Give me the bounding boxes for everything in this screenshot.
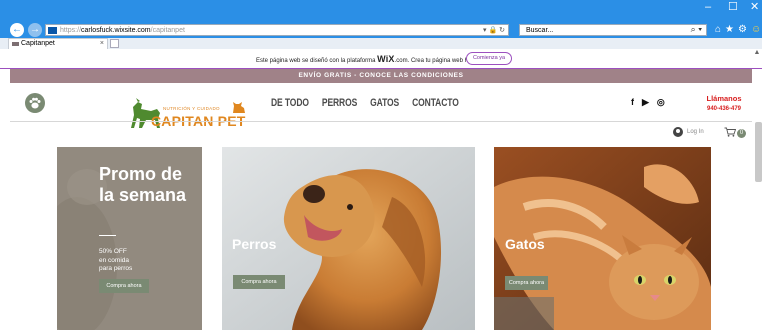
new-tab-button[interactable] <box>110 39 119 48</box>
logo-subtitle: NUTRICIÓN Y CUIDADO <box>163 106 220 111</box>
cats-buy-button[interactable]: Compra ahora <box>505 276 548 290</box>
page-scrollbar[interactable] <box>755 122 762 182</box>
browser-titlebar: – ☐ ✕ <box>0 0 762 22</box>
main-menu: DE TODO PERROS GATOS CONTACTO <box>271 96 459 109</box>
wix-logo: WiX <box>377 54 395 64</box>
forward-icon: → <box>30 24 40 35</box>
favorites-star-icon[interactable]: ★ <box>725 24 734 36</box>
cart-icon <box>724 127 737 140</box>
cart-count-badge: 0 <box>737 129 746 138</box>
scroll-up-arrow-icon[interactable]: ▲ <box>752 49 762 61</box>
dogs-buy-button[interactable]: Compra ahora <box>233 275 285 289</box>
tab-close-icon[interactable]: × <box>100 39 104 49</box>
social-links: f ▶ ◎ <box>631 97 665 107</box>
minimize-button[interactable]: – <box>705 2 711 13</box>
tab-title: Capitanpet <box>21 40 55 47</box>
capitan-pet-logo[interactable]: NUTRICIÓN Y CUIDADO CAPITAN PET <box>125 97 255 130</box>
tab-capitanpet[interactable]: Capitanpet × <box>8 38 108 49</box>
site-favicon <box>48 27 57 34</box>
header-divider <box>10 121 752 122</box>
call-label: Llámanos <box>706 94 742 103</box>
login-link[interactable]: Log In <box>673 127 704 137</box>
maximize-button[interactable]: ☐ <box>728 2 738 13</box>
promo-detail-2: para perros <box>99 265 133 272</box>
address-actions-icon[interactable]: ▾ 🔒 ↻ <box>483 25 505 36</box>
tab-favicon <box>12 42 19 46</box>
wix-banner-text: Este página web se diseñó con la platafo… <box>256 54 476 64</box>
free-shipping-text: ENVÍO GRATIS - CONOCE LAS CONDICIONES <box>298 72 464 79</box>
user-avatar-icon <box>673 127 683 137</box>
menu-item-perros[interactable]: PERROS <box>322 96 357 109</box>
paw-icon[interactable] <box>25 93 45 113</box>
forward-button[interactable]: → <box>28 23 42 37</box>
wix-start-button[interactable]: Comienza ya <box>466 52 512 65</box>
back-icon: ← <box>12 24 22 35</box>
promo-details: 50% OFF en comida para perros <box>99 248 189 274</box>
call-phone: 940-436-479 <box>706 106 742 112</box>
address-url: https://carlosfuck.wixsite.com/capitanpe… <box>60 27 185 34</box>
promo-detail-1: en comida <box>99 256 129 264</box>
gear-icon[interactable]: ⚙ <box>738 24 747 36</box>
cart-button[interactable]: 0 <box>724 127 746 140</box>
search-placeholder: Buscar... <box>526 27 554 34</box>
browser-search-field[interactable]: Buscar... ⌕ ▾ <box>519 24 707 36</box>
promo-card[interactable]: Promo de la semana 50% OFF en comida par… <box>57 147 202 330</box>
address-bar[interactable]: https://carlosfuck.wixsite.com/capitanpe… <box>45 24 509 36</box>
menu-item-de-todo[interactable]: DE TODO <box>271 96 309 109</box>
call-us-block[interactable]: Llámanos 940-436-479 <box>700 94 748 114</box>
search-icon[interactable]: ⌕ ▾ <box>691 24 702 35</box>
close-window-button[interactable]: ✕ <box>750 2 759 13</box>
promo-discount: 50% OFF <box>99 248 127 255</box>
wix-ad-banner: Este página web se diseñó con la platafo… <box>0 49 762 69</box>
login-text: Log In <box>687 129 704 135</box>
promo-divider <box>99 235 116 236</box>
back-button[interactable]: ← <box>10 23 24 37</box>
menu-item-contacto[interactable]: CONTACTO <box>412 96 459 109</box>
dogs-card[interactable]: Perros Compra ahora <box>222 147 475 330</box>
cats-card[interactable]: Gatos Compra ahora <box>494 147 711 330</box>
youtube-icon[interactable]: ▶ <box>642 97 649 107</box>
browser-address-row: ← → https://carlosfuck.wixsite.com/capit… <box>0 22 762 38</box>
instagram-icon[interactable]: ◎ <box>657 97 665 107</box>
promo-buy-button[interactable]: Compra ahora <box>99 279 149 293</box>
dogs-label: Perros <box>232 236 277 252</box>
cats-label: Gatos <box>505 236 545 252</box>
menu-item-gatos[interactable]: GATOS <box>370 96 399 109</box>
promo-title: Promo de la semana <box>99 164 187 205</box>
home-icon[interactable]: ⌂ <box>715 24 721 36</box>
browser-toolbar-icons: ⌂ ★ ⚙ ☺ <box>715 22 761 38</box>
browser-tab-strip: Capitanpet × <box>0 38 762 49</box>
cat-logo-icon <box>233 102 245 113</box>
free-shipping-bar[interactable]: ENVÍO GRATIS - CONOCE LAS CONDICIONES <box>10 69 752 83</box>
facebook-icon[interactable]: f <box>631 97 634 107</box>
smiley-feedback-icon[interactable]: ☺ <box>751 24 761 36</box>
